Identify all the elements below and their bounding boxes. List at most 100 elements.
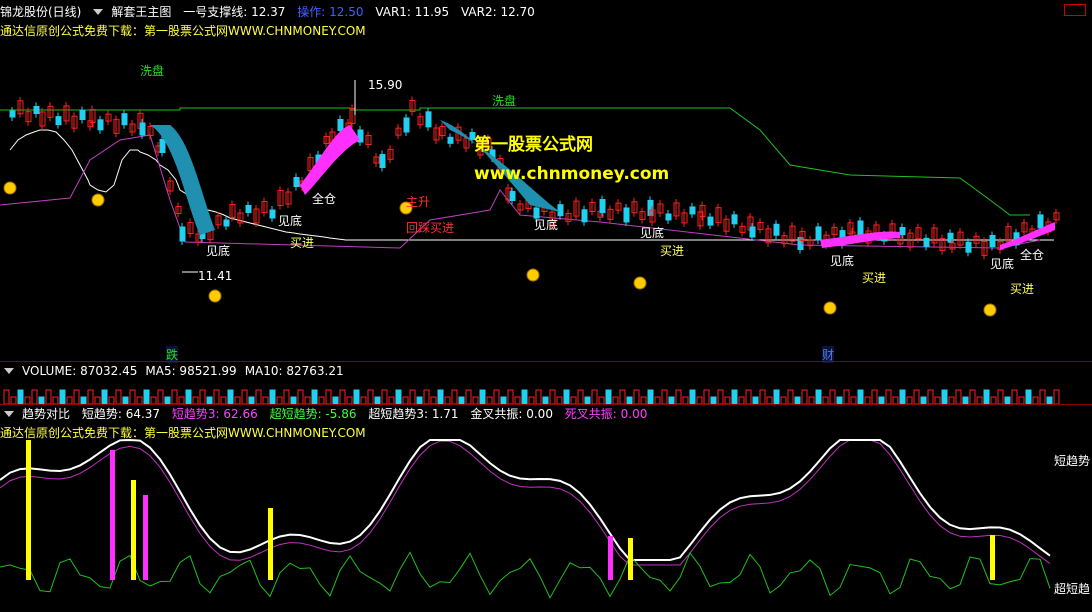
candle-body [599, 199, 606, 213]
volume-bar [269, 389, 276, 405]
volume-bar [535, 389, 542, 405]
volume-bar [654, 396, 661, 405]
volume-bar [185, 389, 192, 405]
volume-bar [521, 389, 528, 405]
chart-canvas[interactable] [0, 0, 1092, 612]
volume-bar [479, 389, 486, 405]
volume-bar [66, 396, 73, 405]
marker-maijin-1: 买进 [290, 236, 315, 250]
volume-bar [388, 396, 395, 405]
volume-bar [584, 396, 591, 405]
candle-body [447, 136, 454, 144]
volume-bar [675, 389, 682, 405]
volume-bar [101, 389, 108, 405]
volume-bar [248, 396, 255, 405]
marker-maijin-4: 买进 [1010, 282, 1035, 296]
volume-bar [444, 396, 451, 405]
trend-short3-line [0, 439, 1051, 566]
volume-bar [871, 389, 878, 405]
signal-bar [990, 535, 995, 580]
volume-bar [290, 396, 297, 405]
volume-bar [1032, 396, 1039, 405]
volume-bar [199, 389, 206, 405]
volume-bar [38, 396, 45, 405]
trend-title[interactable]: 趋势对比 [22, 407, 70, 421]
volume-bar [619, 389, 626, 405]
volume-bar [724, 396, 731, 405]
money-bag-icon [633, 276, 647, 290]
volume-dropdown-icon[interactable] [4, 368, 14, 374]
marker-jiandi-4: 见底 [640, 226, 665, 240]
volume-bar [773, 389, 780, 405]
trend-golden: 金叉共振: 0.00 [470, 407, 553, 421]
volume-bar [1011, 389, 1018, 405]
volume-bar [731, 389, 738, 405]
volume-ma10: MA10: 82763.21 [244, 364, 344, 378]
volume-bar [157, 389, 164, 405]
marker-huicai: 回踩买进 [406, 221, 455, 235]
volume-bar [465, 389, 472, 405]
volume-bar [241, 389, 248, 405]
volume-bar [997, 389, 1004, 405]
end-label-short: 短趋势 [1054, 454, 1091, 468]
volume-header: VOLUME: 87032.45 MA5: 98521.99 MA10: 82763… [0, 362, 352, 380]
candle-body [557, 204, 564, 217]
volume-bar [3, 389, 10, 405]
volume-bar [570, 396, 577, 405]
volume-bar [59, 389, 66, 405]
candle-body [139, 122, 146, 136]
candle-body [989, 235, 996, 247]
money-bag-icon [91, 193, 105, 207]
volume-bar [843, 389, 850, 405]
volume-bar [332, 396, 339, 405]
volume-bar [213, 389, 220, 405]
candle-body [857, 220, 864, 237]
volume-bar [815, 389, 822, 405]
volume-bar [381, 389, 388, 405]
marker-jiandi-3: 见底 [534, 218, 559, 232]
volume-bar [829, 389, 836, 405]
candle-body [9, 110, 16, 118]
volume-bar [598, 396, 605, 405]
volume-bar [626, 396, 633, 405]
volume-bar [556, 396, 563, 405]
volume-bar [759, 389, 766, 405]
candle-body [33, 106, 40, 114]
volume-bar [836, 396, 843, 405]
volume-bar [192, 396, 199, 405]
volume-bar [885, 389, 892, 405]
volume-bar [906, 396, 913, 405]
candle-body [97, 119, 104, 131]
volume-bar [24, 396, 31, 405]
candle-body [55, 116, 62, 126]
volume-bar [318, 396, 325, 405]
signal-bar [110, 450, 115, 580]
high-price-label: 15.90 [368, 78, 403, 92]
volume-bar [94, 396, 101, 405]
volume-bar [276, 396, 283, 405]
money-bag-icon [3, 181, 17, 195]
candle-body [425, 111, 432, 128]
volume-bar [976, 396, 983, 405]
volume-bar [633, 389, 640, 405]
volume-bar [1046, 396, 1053, 405]
volume-bar [1025, 389, 1032, 405]
candle-body [899, 227, 906, 235]
volume-bar [850, 396, 857, 405]
volume-bar [528, 396, 535, 405]
candle-body [749, 226, 756, 238]
marker-xipan-2: 洗盘 [492, 94, 517, 108]
volume-bar [892, 396, 899, 405]
volume-bar [45, 389, 52, 405]
volume-bar [591, 389, 598, 405]
volume-bar [913, 389, 920, 405]
marker-maijin-3: 买进 [862, 271, 887, 285]
volume-bar [990, 396, 997, 405]
trend-dropdown-icon[interactable] [4, 411, 14, 417]
trend-death: 死叉共振: 0.00 [564, 407, 648, 421]
volume-bar [920, 396, 927, 405]
low-price-label: 11.41 [198, 269, 233, 283]
volume-bar [10, 396, 17, 405]
volume-bar [549, 389, 556, 405]
volume-bar [325, 389, 332, 405]
